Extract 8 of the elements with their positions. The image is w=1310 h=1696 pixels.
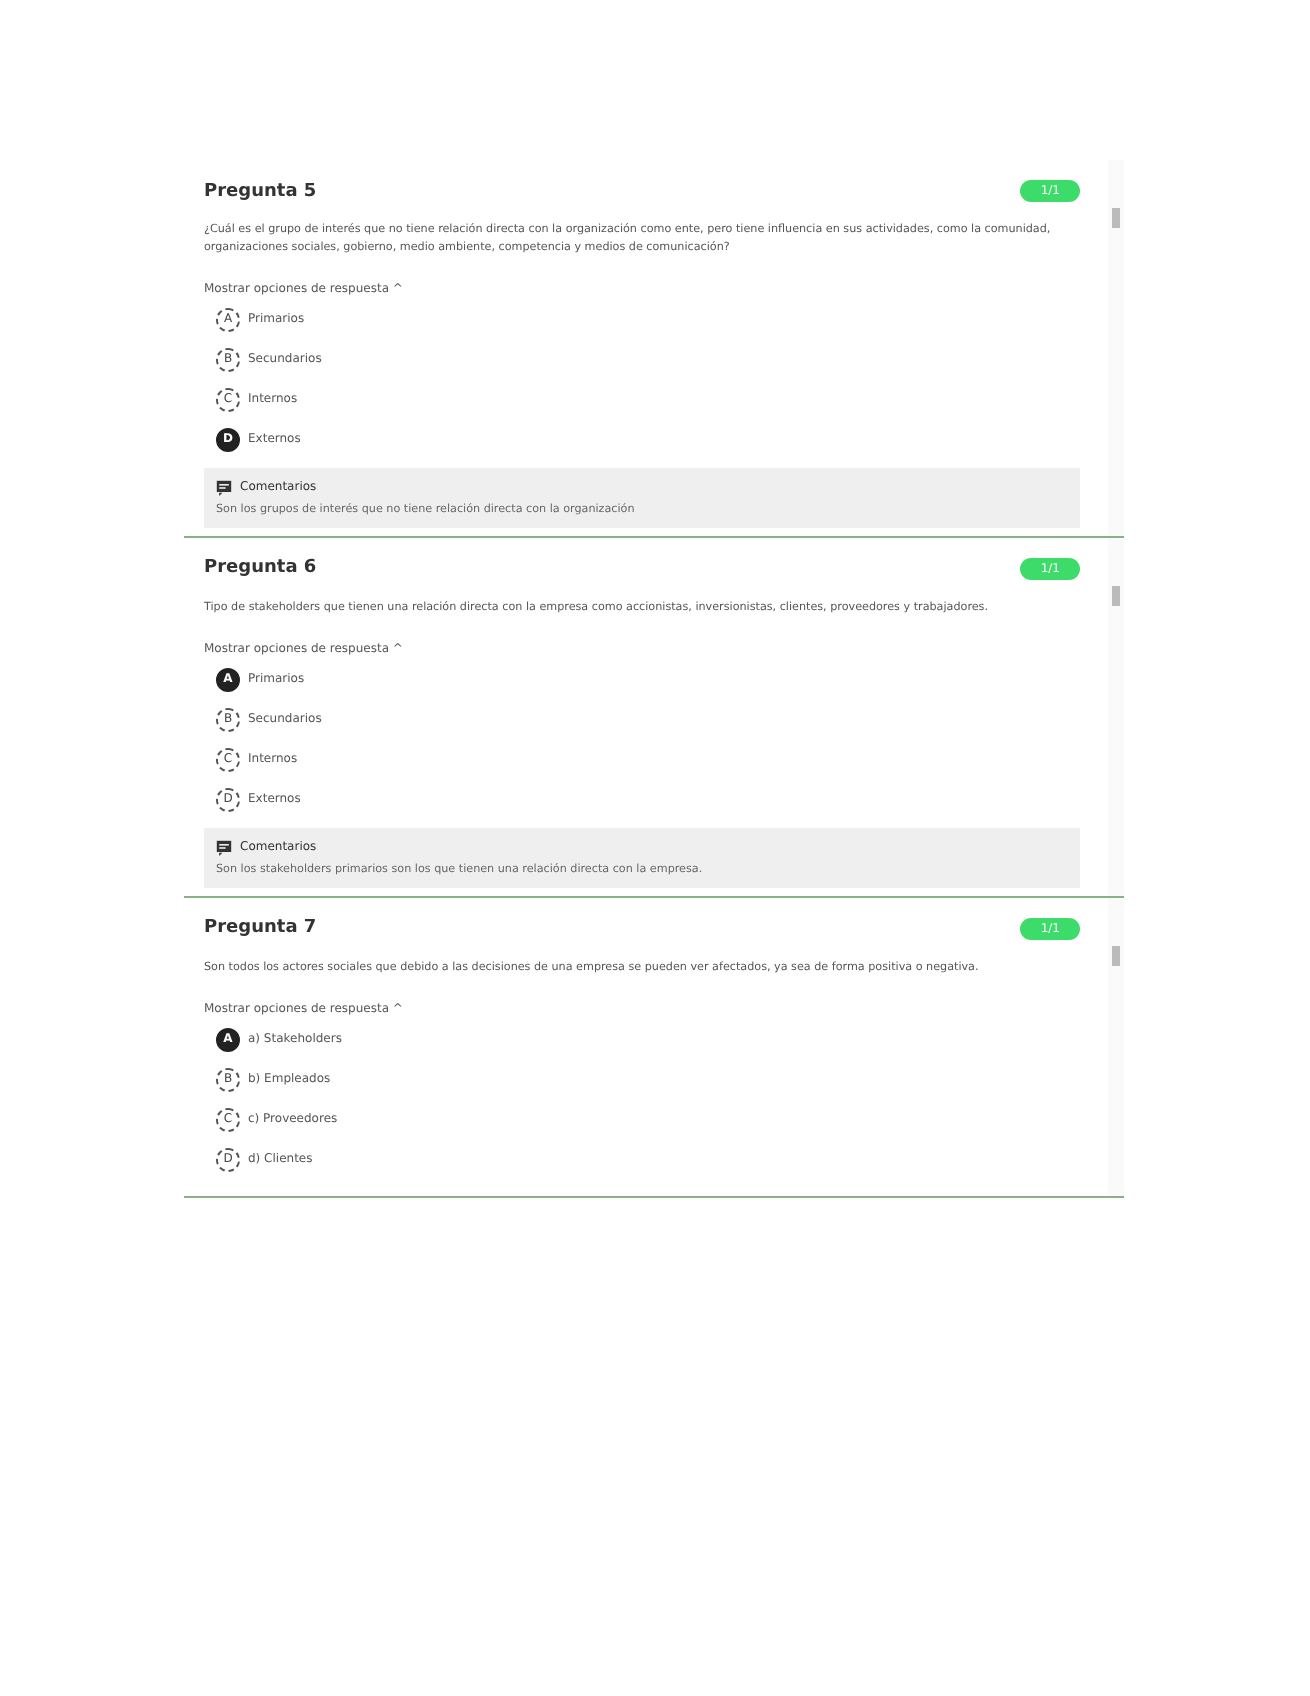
scrollbar[interactable] (1108, 537, 1124, 896)
comment-icon (216, 479, 232, 496)
question-title: Pregunta 6 (204, 558, 317, 579)
scrollbar[interactable] (1108, 160, 1124, 536)
question-title: Pregunta 7 (204, 918, 317, 939)
comment-icon (216, 839, 232, 856)
question-title: Pregunta 5 (204, 181, 317, 201)
scrollbar[interactable] (1108, 897, 1124, 1196)
